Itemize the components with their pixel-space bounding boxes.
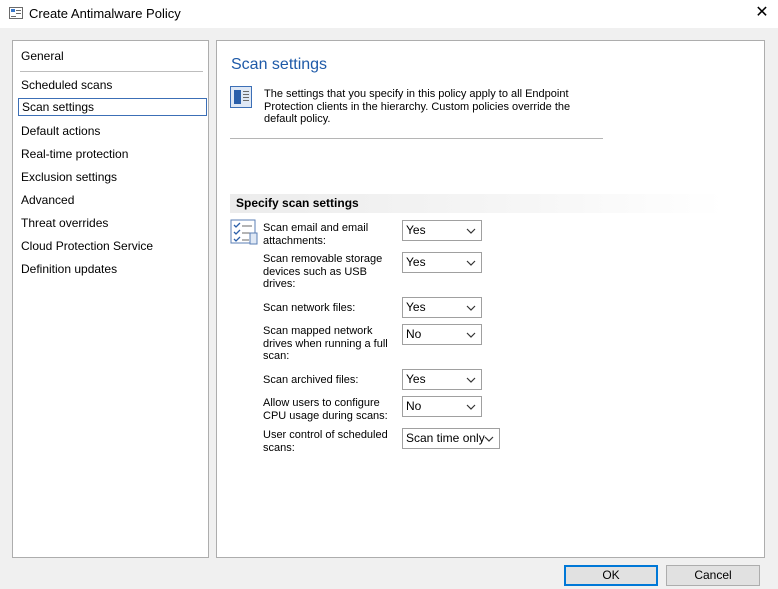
chevron-down-icon (484, 436, 494, 442)
setting-label-scan-mapped-drives: Scan mapped network drives when running … (263, 325, 388, 362)
nav-item-general[interactable]: General (21, 47, 206, 65)
selected-value: No (406, 327, 422, 341)
nav-item-cloud-protection-service[interactable]: Cloud Protection Service (21, 237, 206, 255)
policy-window-icon (9, 7, 23, 19)
setting-label-scan-network: Scan network files: (263, 302, 356, 314)
setting-label-scan-archived: Scan archived files: (263, 374, 359, 386)
nav-item-default-actions[interactable]: Default actions (21, 122, 206, 140)
nav-item-threat-overrides[interactable]: Threat overrides (21, 214, 206, 232)
title-bar: Create Antimalware Policy ✕ (0, 0, 778, 28)
selected-value: Scan time only (406, 431, 485, 445)
chevron-down-icon (466, 332, 476, 338)
chevron-down-icon (466, 404, 476, 410)
scan-archived-files-select[interactable]: Yes (402, 369, 482, 390)
close-icon[interactable]: ✕ (748, 2, 776, 24)
chevron-down-icon (466, 260, 476, 266)
selected-value: No (406, 399, 422, 413)
scan-network-files-select[interactable]: Yes (402, 297, 482, 318)
nav-divider (20, 71, 203, 72)
page-title: Scan settings (231, 56, 328, 73)
nav-item-exclusion-settings[interactable]: Exclusion settings (21, 168, 206, 186)
checklist-icon (230, 219, 258, 245)
scheduled-scan-control-select[interactable]: Scan time only (402, 428, 500, 449)
section-heading: Specify scan settings (230, 194, 724, 213)
nav-item-scan-settings[interactable]: Scan settings (18, 98, 207, 116)
chevron-down-icon (466, 377, 476, 383)
window-title: Create Antimalware Policy (29, 6, 181, 21)
chevron-down-icon (466, 228, 476, 234)
vertical-scrollbar[interactable] (769, 40, 777, 558)
policy-document-icon (230, 86, 252, 108)
nav-item-advanced[interactable]: Advanced (21, 191, 206, 209)
setting-label-cpu-usage: Allow users to configure CPU usage durin… (263, 397, 388, 422)
cpu-usage-control-select[interactable]: No (402, 396, 482, 417)
settings-panel: Scan settings The settings that you spec… (216, 40, 765, 558)
nav-item-real-time-protection[interactable]: Real-time protection (21, 145, 206, 163)
nav-item-definition-updates[interactable]: Definition updates (21, 260, 206, 278)
policy-description: The settings that you specify in this po… (264, 88, 571, 125)
scan-removable-storage-select[interactable]: Yes (402, 252, 482, 273)
setting-label-scan-email: Scan email and email attachments: (263, 222, 369, 247)
ok-button[interactable]: OK (564, 565, 658, 586)
selected-value: Yes (406, 300, 426, 314)
selected-value: Yes (406, 223, 426, 237)
cancel-button[interactable]: Cancel (666, 565, 760, 586)
selected-value: Yes (406, 255, 426, 269)
setting-label-scheduled-scan-control: User control of scheduled scans: (263, 429, 388, 454)
scan-email-select[interactable]: Yes (402, 220, 482, 241)
nav-item-scheduled-scans[interactable]: Scheduled scans (21, 76, 206, 94)
chevron-down-icon (466, 305, 476, 311)
setting-label-scan-removable: Scan removable storage devices such as U… (263, 253, 383, 290)
divider (230, 138, 603, 139)
scan-mapped-drives-select[interactable]: No (402, 324, 482, 345)
selected-value: Yes (406, 372, 426, 386)
settings-navigation: General Scheduled scans Scan settings De… (12, 40, 209, 558)
